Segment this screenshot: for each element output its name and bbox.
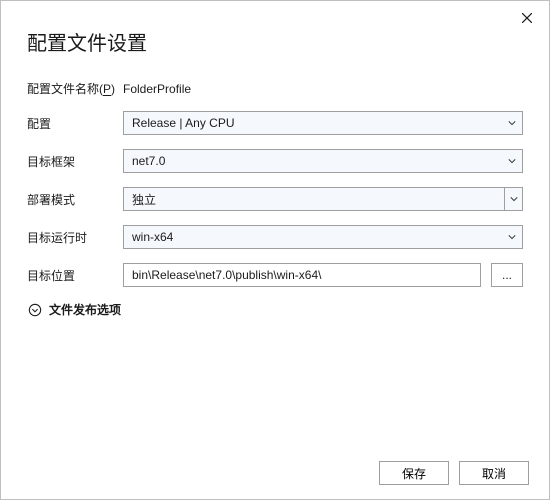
configuration-row: 配置 Release | Any CPU bbox=[27, 111, 523, 135]
target-runtime-value: win-x64 bbox=[132, 230, 173, 244]
target-location-label: 目标位置 bbox=[27, 267, 123, 284]
chevron-down-icon bbox=[508, 157, 516, 165]
configuration-value: Release | Any CPU bbox=[132, 116, 235, 130]
configuration-select[interactable]: Release | Any CPU bbox=[123, 111, 523, 135]
target-framework-row: 目标框架 net7.0 bbox=[27, 149, 523, 173]
file-publish-options-expander[interactable]: 文件发布选项 bbox=[27, 301, 523, 318]
deployment-mode-row: 部署模式 独立 bbox=[27, 187, 523, 211]
target-runtime-label: 目标运行时 bbox=[27, 229, 123, 246]
configuration-label: 配置 bbox=[27, 115, 123, 132]
profile-name-row: 配置文件名称(P) FolderProfile bbox=[27, 80, 523, 97]
cancel-button[interactable]: 取消 bbox=[459, 461, 529, 485]
browse-button[interactable]: ... bbox=[491, 263, 523, 287]
chevron-down-icon bbox=[504, 188, 522, 210]
ellipsis-icon: ... bbox=[502, 268, 512, 282]
target-framework-label: 目标框架 bbox=[27, 153, 123, 170]
chevron-circle-down-icon bbox=[27, 302, 43, 318]
profile-name-value: FolderProfile bbox=[123, 82, 191, 96]
target-location-row: 目标位置 ... bbox=[27, 263, 523, 287]
deployment-mode-value: 独立 bbox=[132, 191, 156, 208]
target-location-input[interactable] bbox=[123, 263, 481, 287]
chevron-down-icon bbox=[508, 233, 516, 241]
deployment-mode-label: 部署模式 bbox=[27, 191, 123, 208]
target-runtime-select[interactable]: win-x64 bbox=[123, 225, 523, 249]
close-icon bbox=[522, 12, 532, 26]
close-button[interactable] bbox=[515, 7, 539, 31]
target-framework-select[interactable]: net7.0 bbox=[123, 149, 523, 173]
chevron-down-icon bbox=[508, 119, 516, 127]
target-framework-value: net7.0 bbox=[132, 154, 165, 168]
dialog-title: 配置文件设置 bbox=[27, 27, 523, 56]
deployment-mode-select[interactable]: 独立 bbox=[123, 187, 523, 211]
target-runtime-row: 目标运行时 win-x64 bbox=[27, 225, 523, 249]
file-publish-options-label: 文件发布选项 bbox=[49, 301, 121, 318]
dialog-footer: 保存 取消 bbox=[379, 461, 529, 485]
save-button[interactable]: 保存 bbox=[379, 461, 449, 485]
profile-name-label: 配置文件名称(P) bbox=[27, 80, 123, 97]
